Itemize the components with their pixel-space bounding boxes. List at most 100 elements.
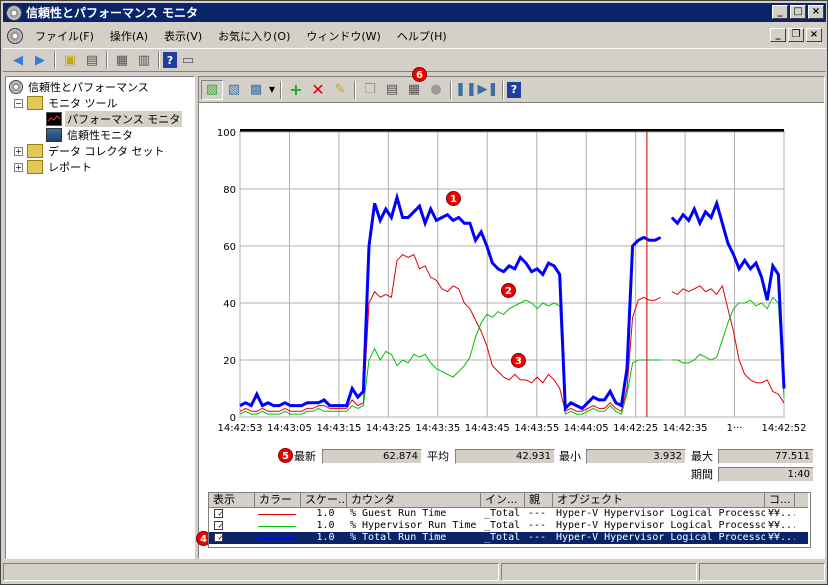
report-icon <box>27 160 43 174</box>
copy-icon[interactable]: ❐ <box>359 80 381 100</box>
x-tick-label: 14:42:52 <box>762 423 807 434</box>
table-row[interactable]: ✓ 1.0 % Hypervisor Run Time _Total --- Hyper-… <box>209 520 808 532</box>
col-show[interactable]: 表示 <box>209 493 255 508</box>
instance-cell: _Total <box>484 508 521 519</box>
scale-cell: 1.0 <box>316 520 335 531</box>
print-icon[interactable]: ▥ <box>133 50 155 70</box>
computer-cell: ¥¥... <box>768 532 795 543</box>
properties-icon[interactable]: ▦ <box>403 80 425 100</box>
x-tick-label: 14:42:53 <box>218 423 263 434</box>
add-counter-icon[interactable]: + <box>285 80 307 100</box>
zoom-icon[interactable]: ● <box>425 80 447 100</box>
perf-panel: ▨ ▧ ▩ ▼ + ✕ ✎ ❐ ▤ ▦ ● ❚❚ ▶❚ ? 0 20 40 60 80 1… <box>198 76 825 559</box>
help-icon[interactable]: ? <box>507 81 521 98</box>
object-cell: Hyper-V Hypervisor Logical Processor <box>556 520 765 531</box>
table-header: 表示 カラー スケー... カウンタ イン... 親 オブジェクト コ... <box>209 493 808 508</box>
properties-icon[interactable]: ▦ <box>111 50 133 70</box>
perf-toolbar: ▨ ▧ ▩ ▼ + ✕ ✎ ❐ ▤ ▦ ● ❚❚ ▶❚ ? <box>199 77 824 103</box>
view-current-icon[interactable]: ▧ <box>223 80 245 100</box>
tree-item-collector-sets[interactable]: + データ コレクタ セット <box>14 143 167 159</box>
tree-item-reports[interactable]: + レポート <box>14 159 94 175</box>
show-tree-icon[interactable]: ▤ <box>81 50 103 70</box>
plot-frame <box>239 131 785 418</box>
badge-6: 6 <box>412 67 427 82</box>
pause-icon[interactable]: ❚❚ <box>455 80 477 100</box>
status-pane-1 <box>3 563 499 581</box>
min-label: 最小 <box>559 450 581 463</box>
menu-window[interactable]: ウィンドウ(W) <box>298 28 388 44</box>
close-button[interactable]: × <box>808 5 824 19</box>
x-tick-label: 14:43:05 <box>267 423 312 434</box>
console-icon[interactable] <box>7 27 23 44</box>
col-scale[interactable]: スケー... <box>301 493 347 508</box>
table-row[interactable]: ✓ 1.0 % Guest Run Time _Total --- Hyper-V Hyp… <box>209 508 808 520</box>
max-label: 最大 <box>691 450 713 463</box>
y-tick-label: 60 <box>223 242 236 253</box>
col-object[interactable]: オブジェクト <box>553 493 765 508</box>
y-tick-label: 80 <box>223 185 236 196</box>
step-icon[interactable]: ▶❚ <box>477 80 499 100</box>
menu-action[interactable]: 操作(A) <box>102 28 156 44</box>
title-bar: 信頼性とパフォーマンス モニタ _ □ × <box>3 3 826 22</box>
last-value: 62.874 <box>322 449 422 464</box>
highlight-icon[interactable]: ✎ <box>329 80 351 100</box>
status-bar <box>3 563 826 583</box>
tree-item-perf-monitor[interactable]: パフォーマンス モニタ <box>46 111 183 127</box>
minimize-button[interactable]: _ <box>772 5 788 19</box>
y-tick-label: 20 <box>223 356 236 367</box>
col-parent[interactable]: 親 <box>525 493 553 508</box>
counter-cell: % Guest Run Time <box>350 508 447 519</box>
mdi-close-button[interactable]: × <box>806 28 822 42</box>
help-icon[interactable]: ? <box>163 52 177 68</box>
up-folder-icon[interactable]: ▣ <box>59 50 81 70</box>
maximize-button[interactable]: □ <box>790 5 806 19</box>
tree-item-rel-monitor[interactable]: 信頼性モニタ <box>46 127 135 143</box>
window-title: 信頼性とパフォーマンス モニタ <box>26 6 198 20</box>
chart-monitor-icon <box>46 112 62 126</box>
color-swatch <box>258 525 296 527</box>
max-value: 77.511 <box>718 449 814 464</box>
badge-2: 2 <box>501 283 516 298</box>
col-counter[interactable]: カウンタ <box>347 493 481 508</box>
avg-value: 42.931 <box>455 449 555 464</box>
duration-label: 期間 <box>691 468 713 481</box>
menu-help[interactable]: ヘルプ(H) <box>389 28 455 44</box>
expand-icon[interactable]: + <box>14 146 23 156</box>
status-pane-2 <box>501 563 697 581</box>
dropdown-arrow-icon[interactable]: ▼ <box>267 80 277 100</box>
col-color[interactable]: カラー <box>255 493 301 508</box>
view-graph-icon[interactable]: ▨ <box>201 79 223 100</box>
counter-cell: % Total Run Time <box>350 532 447 543</box>
col-instance[interactable]: イン... <box>481 493 525 508</box>
paste-icon[interactable]: ▤ <box>381 80 403 100</box>
tree-item-monitor-tools[interactable]: − モニタ ツール <box>14 95 120 111</box>
x-tick-label: 14:43:25 <box>366 423 411 434</box>
change-graph-icon[interactable]: ▩ <box>245 80 267 100</box>
avg-label: 平均 <box>427 450 449 463</box>
y-tick-label: 40 <box>223 299 236 310</box>
show-checkbox[interactable]: ✓ <box>214 521 223 530</box>
delete-counter-icon[interactable]: ✕ <box>307 80 329 100</box>
last-label: 最新 <box>294 450 316 463</box>
show-checkbox[interactable]: ✓ <box>214 533 223 542</box>
show-checkbox[interactable]: ✓ <box>214 509 223 518</box>
help-topic-icon[interactable]: ▭ <box>177 50 199 70</box>
gauge-icon <box>9 80 23 94</box>
menu-file[interactable]: ファイル(F) <box>27 28 102 44</box>
menu-favorites[interactable]: お気に入り(O) <box>210 28 298 44</box>
color-swatch <box>258 513 296 515</box>
expand-icon[interactable]: + <box>14 162 23 172</box>
table-row[interactable]: ✓ 1.0 % Total Run Time _Total --- Hyper-V Hyp… <box>209 532 808 544</box>
badge-3: 3 <box>511 353 526 368</box>
tree-item-root[interactable]: 信頼性とパフォーマンス <box>9 79 151 95</box>
mdi-minimize-button[interactable]: _ <box>770 28 786 42</box>
menu-view[interactable]: 表示(V) <box>156 28 210 44</box>
folder-icon <box>27 144 43 158</box>
col-computer[interactable]: コ... <box>765 493 795 508</box>
console-tree: 信頼性とパフォーマンス − モニタ ツール パフォーマンス モニタ 信頼性モニタ… <box>5 76 195 559</box>
collapse-icon[interactable]: − <box>14 98 23 108</box>
back-arrow-icon[interactable]: ◀ <box>7 50 29 70</box>
x-tick-label: 1··· <box>727 423 743 434</box>
mdi-restore-button[interactable]: ❐ <box>788 28 804 42</box>
forward-arrow-icon[interactable]: ▶ <box>29 50 51 70</box>
